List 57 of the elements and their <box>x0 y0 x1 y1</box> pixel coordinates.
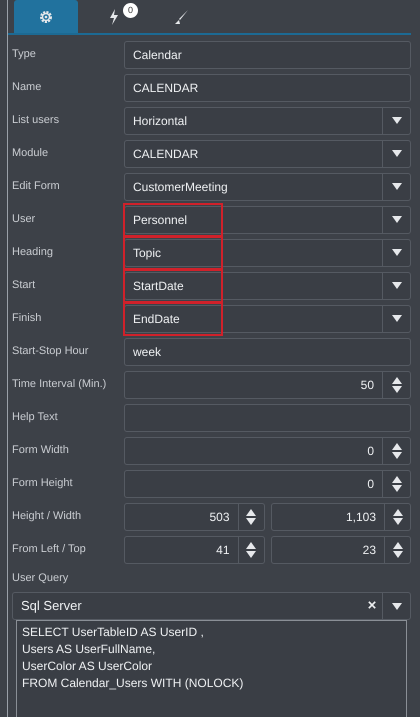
field-label: Height / Width <box>12 509 82 524</box>
text-field[interactable]: CALENDAR <box>124 74 411 102</box>
field-label: Time Interval (Min.) <box>12 377 108 392</box>
dropdown-caret-icon <box>392 282 402 289</box>
field-label: Start <box>12 278 36 294</box>
field-label: List users <box>12 113 60 128</box>
field-label: Module <box>12 146 50 162</box>
settings-icon <box>38 8 54 24</box>
text-field[interactable] <box>124 404 411 432</box>
dropdown-caret-icon <box>392 249 402 256</box>
spinner-arrows-icon <box>392 376 402 392</box>
tab[interactable]: 0 <box>82 0 146 33</box>
field-label: User Query <box>12 570 70 586</box>
dropdown-field[interactable]: StartDate <box>124 272 411 300</box>
dropdown-field[interactable]: CALENDAR <box>124 140 411 168</box>
dropdown-field[interactable]: Personnel <box>124 206 411 234</box>
dropdown-caret-icon <box>392 150 402 157</box>
field-label: Type <box>12 47 37 62</box>
text-field[interactable]: Calendar <box>124 40 411 68</box>
field-label: Help Text <box>12 410 59 426</box>
field-label: Form Height <box>12 476 74 492</box>
field-label: Name <box>12 80 42 96</box>
dropdown-field[interactable]: Topic <box>124 238 411 266</box>
dropdown-field[interactable]: Sql Server × <box>12 592 411 620</box>
spinner-arrows-icon <box>246 542 256 558</box>
spinner-arrows-icon <box>246 508 256 524</box>
field-label: Heading <box>12 245 54 260</box>
spinner-arrows-icon <box>392 542 402 558</box>
dropdown-field[interactable]: CustomerMeeting <box>124 172 411 200</box>
field-label: Form Width <box>12 443 70 458</box>
field-label: Edit Form <box>12 179 61 194</box>
number-field[interactable]: 0 <box>124 470 411 498</box>
text-field[interactable]: week <box>124 338 411 366</box>
tab[interactable] <box>14 0 78 33</box>
clear-button[interactable]: × <box>362 594 382 618</box>
lightning-icon <box>109 8 119 24</box>
field-label: Start-Stop Hour <box>12 344 90 360</box>
notification-badge: 0 <box>123 3 138 18</box>
dropdown-caret-icon <box>392 183 402 190</box>
number-field[interactable]: 23 <box>270 536 411 564</box>
spinner-arrows-icon <box>392 508 402 524</box>
dropdown-caret-icon <box>392 216 402 223</box>
number-field[interactable]: 50 <box>124 370 411 398</box>
field-label: Finish <box>12 311 42 326</box>
number-field[interactable]: 0 <box>124 436 411 464</box>
query-editor[interactable]: SELECT UserTableID AS UserID , Users AS UserFullName, UserColor AS UserColor FROM Calendar_Users WITH (NOLOCK) <box>16 620 407 717</box>
number-field[interactable]: 503 <box>124 502 264 530</box>
field-label: User <box>12 212 36 228</box>
dropdown-caret-icon <box>392 117 402 124</box>
number-field[interactable]: 1,103 <box>270 502 411 530</box>
dropdown-caret-icon <box>392 315 402 322</box>
dropdown-field[interactable]: Horizontal <box>124 106 411 134</box>
spinner-arrows-icon <box>392 476 402 492</box>
number-field[interactable]: 41 <box>124 536 264 564</box>
spinner-arrows-icon <box>392 442 402 458</box>
dropdown-caret-icon <box>392 602 402 610</box>
field-label: From Left / Top <box>12 542 87 558</box>
